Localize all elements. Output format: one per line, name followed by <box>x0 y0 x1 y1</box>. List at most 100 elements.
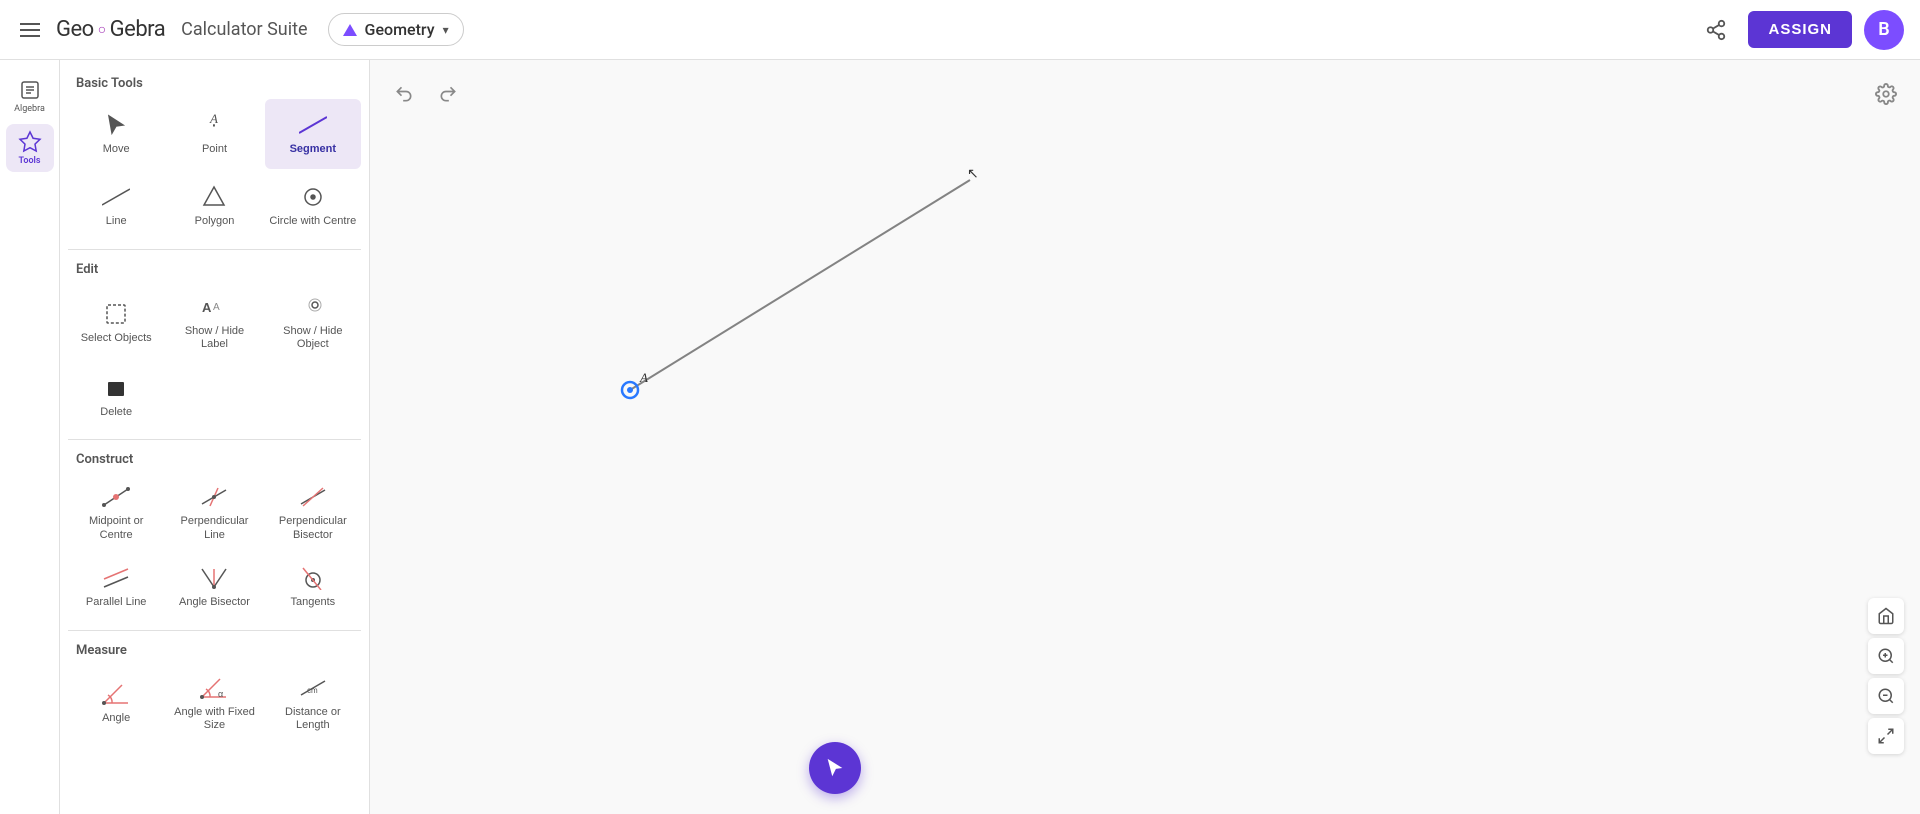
divider-1 <box>68 249 361 250</box>
chevron-down-icon: ▾ <box>443 23 449 37</box>
settings-button[interactable] <box>1868 76 1904 112</box>
tool-delete[interactable]: Delete <box>68 361 164 431</box>
line-label: Line <box>106 215 127 228</box>
basic-tools-title: Basic Tools <box>68 72 361 99</box>
home-button[interactable] <box>1868 598 1904 634</box>
main-area: Algebra Tools Basic Tools Move <box>0 60 1920 814</box>
assign-button[interactable]: ASSIGN <box>1748 11 1852 48</box>
svg-text:A: A <box>202 300 212 315</box>
tool-distance[interactable]: cm Distance or Length <box>265 666 361 740</box>
menu-button[interactable] <box>16 19 44 41</box>
circle-label: Circle with Centre <box>269 215 356 228</box>
tool-point[interactable]: · A Point <box>166 99 262 169</box>
midpoint-icon <box>102 483 130 511</box>
construct-title: Construct <box>68 448 361 475</box>
construct-tools-grid: Midpoint or Centre Perpendicular Line <box>68 475 361 621</box>
zoom-in-button[interactable] <box>1868 638 1904 674</box>
perpendicular-bisector-label: Perpendicular Bisector <box>269 515 357 541</box>
tool-perpendicular-bisector[interactable]: Perpendicular Bisector <box>265 475 361 549</box>
perpendicular-line-icon <box>200 483 228 511</box>
divider-3 <box>68 630 361 631</box>
sidebar-item-tools[interactable]: Tools <box>6 124 54 172</box>
basic-tools-grid: Move · A Point Segment <box>68 99 361 241</box>
svg-text:A: A <box>639 370 648 385</box>
tool-segment[interactable]: Segment <box>265 99 361 169</box>
tools-label: Tools <box>19 156 41 166</box>
divider-2 <box>68 439 361 440</box>
point-label: Point <box>202 143 227 156</box>
angle-label: Angle <box>102 712 130 725</box>
tool-midpoint[interactable]: Midpoint or Centre <box>68 475 164 549</box>
show-hide-label-label: Show / Hide Label <box>170 325 258 351</box>
svg-text:A: A <box>210 113 219 126</box>
tool-move[interactable]: Move <box>68 99 164 169</box>
tool-line[interactable]: Line <box>68 171 164 241</box>
redo-button[interactable] <box>430 76 466 112</box>
share-button[interactable] <box>1696 10 1736 50</box>
header: Geo○Gebra Calculator Suite Geometry ▾ AS… <box>0 0 1920 60</box>
canvas-area[interactable]: A ↖ <box>370 60 1920 814</box>
tool-angle[interactable]: Angle <box>68 666 164 740</box>
left-sidebar: Algebra Tools <box>0 60 60 814</box>
angle-bisector-label: Angle Bisector <box>179 596 250 609</box>
polygon-icon <box>202 183 226 211</box>
parallel-line-icon <box>102 564 130 592</box>
zoom-out-button[interactable] <box>1868 678 1904 714</box>
canvas-drawing: A ↖ <box>370 60 1920 814</box>
algebra-label: Algebra <box>14 104 45 114</box>
move-icon <box>104 111 128 139</box>
logo-geo: Geo <box>56 17 94 42</box>
angle-bisector-icon <box>200 564 228 592</box>
select-label: Select Objects <box>81 332 152 345</box>
tool-select[interactable]: Select Objects <box>68 285 164 359</box>
fullscreen-button[interactable] <box>1868 718 1904 754</box>
angle-fixed-label: Angle with Fixed Size <box>170 706 258 732</box>
tangents-label: Tangents <box>291 596 336 609</box>
show-hide-object-label: Show / Hide Object <box>269 325 357 351</box>
angle-fixed-icon: α <box>200 674 228 702</box>
distance-icon: cm <box>299 674 327 702</box>
logo-dot: ○ <box>98 21 106 38</box>
perpendicular-bisector-icon <box>299 483 327 511</box>
edit-tools-grid: Select Objects A A Show / Hide Label <box>68 285 361 431</box>
angle-icon <box>102 680 130 708</box>
point-icon: · A <box>202 111 226 139</box>
measure-tools-grid: Angle α Angle with Fixed Size <box>68 666 361 740</box>
select-icon <box>104 300 128 328</box>
canvas-toolbar <box>386 76 466 112</box>
edit-title: Edit <box>68 258 361 285</box>
segment-icon <box>299 111 327 139</box>
geogebra-logo: Geo○Gebra <box>56 17 165 42</box>
svg-text:cm: cm <box>307 686 318 695</box>
tool-show-hide-label[interactable]: A A Show / Hide Label <box>166 285 262 359</box>
tool-tangents[interactable]: Tangents <box>265 552 361 622</box>
calculator-suite-label: Calculator Suite <box>181 19 307 40</box>
user-avatar[interactable]: B <box>1864 10 1904 50</box>
delete-label: Delete <box>100 406 132 419</box>
circle-icon <box>301 183 325 211</box>
tool-angle-fixed[interactable]: α Angle with Fixed Size <box>166 666 262 740</box>
right-mini-toolbar <box>1868 598 1904 754</box>
sidebar-item-algebra[interactable]: Algebra <box>6 72 54 120</box>
midpoint-label: Midpoint or Centre <box>72 515 160 541</box>
line-icon <box>102 183 130 211</box>
geometry-selector[interactable]: Geometry ▾ <box>328 13 464 46</box>
svg-text:α: α <box>218 689 223 699</box>
polygon-label: Polygon <box>195 215 235 228</box>
tool-polygon[interactable]: Polygon <box>166 171 262 241</box>
distance-label: Distance or Length <box>269 706 357 732</box>
delete-icon <box>104 374 128 402</box>
tool-perpendicular-line[interactable]: Perpendicular Line <box>166 475 262 549</box>
tools-panel: Basic Tools Move · A Poin <box>60 60 370 814</box>
parallel-line-label: Parallel Line <box>86 596 147 609</box>
tool-show-hide-object[interactable]: Show / Hide Object <box>265 285 361 359</box>
show-hide-object-icon <box>301 293 325 321</box>
fab-cursor-button[interactable] <box>809 742 861 794</box>
undo-button[interactable] <box>386 76 422 112</box>
perpendicular-line-label: Perpendicular Line <box>170 515 258 541</box>
tool-circle[interactable]: Circle with Centre <box>265 171 361 241</box>
logo-gebra: Gebra <box>110 17 166 42</box>
tool-parallel-line[interactable]: Parallel Line <box>68 552 164 622</box>
measure-title: Measure <box>68 639 361 666</box>
tool-angle-bisector[interactable]: Angle Bisector <box>166 552 262 622</box>
